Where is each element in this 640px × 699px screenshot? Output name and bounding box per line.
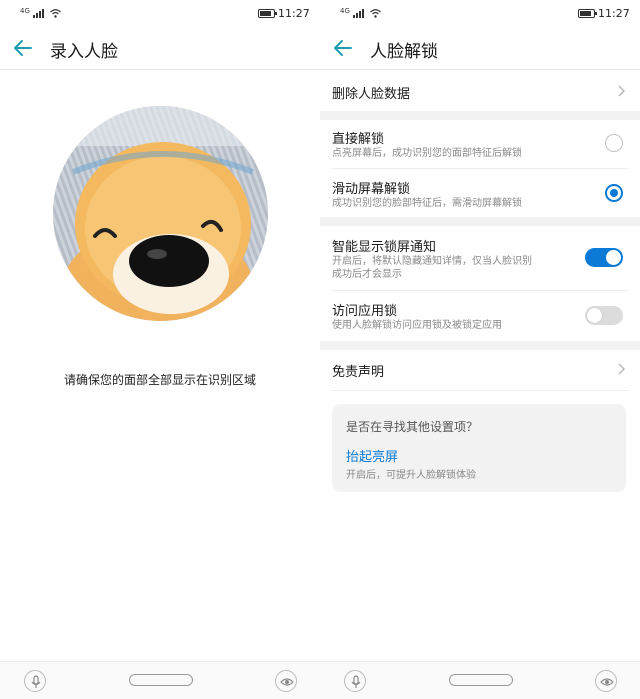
disclaimer-row[interactable]: 免责声明 [320, 350, 640, 390]
back-arrow-icon[interactable] [12, 37, 34, 59]
battery-icon [258, 9, 277, 18]
wifi-icon [370, 9, 382, 18]
clock: 11:27 [278, 7, 310, 20]
divider [332, 390, 628, 391]
clock: 11:27 [598, 7, 630, 20]
system-nav-bar [320, 661, 640, 699]
eye-comfort-button[interactable] [595, 670, 617, 692]
section-gap [320, 341, 640, 350]
app-lock-row[interactable]: 访问应用锁 使用人脸解锁访问应用锁及被锁定应用 [320, 291, 640, 341]
app-header: 录入人脸 [0, 28, 320, 70]
battery-icon [578, 9, 597, 18]
smart-notification-subtitle-line2: 成功后才会显示 [332, 269, 402, 280]
wifi-icon [50, 9, 62, 18]
page-title: 录入人脸 [50, 42, 118, 62]
system-nav-bar [0, 661, 320, 699]
chevron-right-icon [618, 85, 625, 97]
home-pill[interactable] [129, 674, 193, 686]
delete-face-data-label: 删除人脸数据 [332, 87, 411, 102]
delete-face-data-row[interactable]: 删除人脸数据 [320, 71, 640, 111]
signal-indicator: 4G [340, 7, 382, 18]
status-bar: 4G 11:27 [320, 0, 640, 28]
unlock-option-subtitle: 成功识别您的脸部特征后，需滑动屏幕解锁 [332, 198, 522, 209]
chevron-right-icon [618, 363, 625, 375]
app-header: 人脸解锁 [320, 28, 640, 70]
section-gap [320, 111, 640, 120]
direct-unlock-radio[interactable] [605, 134, 623, 152]
app-lock-toggle[interactable] [585, 306, 623, 325]
home-pill[interactable] [449, 674, 513, 686]
app-lock-title: 访问应用锁 [332, 304, 398, 319]
eye-icon [600, 678, 614, 686]
unlock-option-title: 直接解锁 [332, 132, 385, 147]
face-unlock-settings-screen: 4G 11:27 人脸解锁 删除人脸数据 直接解锁 点亮屏幕后，成功识别您的面部… [320, 0, 640, 699]
network-type-label: 4G [20, 7, 30, 15]
eye-icon [280, 678, 294, 686]
smart-notification-toggle[interactable] [585, 248, 623, 267]
face-camera-preview [53, 106, 268, 321]
toggle-knob [606, 250, 621, 265]
enroll-face-screen: 4G 11:27 录入人脸 请确保您的面部全部显示在识别区域 [0, 0, 320, 699]
status-bar: 4G 11:27 [0, 0, 320, 28]
mic-icon [351, 675, 361, 688]
voice-button[interactable] [344, 670, 366, 692]
unlock-option-slide[interactable]: 滑动屏幕解锁 成功识别您的脸部特征后，需滑动屏幕解锁 [320, 169, 640, 217]
network-type-label: 4G [340, 7, 350, 15]
app-lock-subtitle: 使用人脸解锁访问应用锁及被锁定应用 [332, 320, 502, 331]
suggestion-description: 开启后，可提升人脸解锁体验 [346, 470, 476, 481]
suggestion-card: 是否在寻找其他设置项？ 抬起亮屏 开启后，可提升人脸解锁体验 [332, 404, 626, 492]
signal-bars-icon [33, 7, 45, 18]
smart-notification-row[interactable]: 智能显示锁屏通知 开启后，将默认隐藏通知详情，仅当人脸识别 成功后才会显示 [320, 226, 640, 290]
disclaimer-label: 免责声明 [332, 365, 385, 380]
suggestion-question: 是否在寻找其他设置项？ [346, 420, 479, 434]
toggle-knob [587, 308, 602, 323]
unlock-option-subtitle: 点亮屏幕后，成功识别您的面部特征后解锁 [332, 148, 522, 159]
unlock-option-direct[interactable]: 直接解锁 点亮屏幕后，成功识别您的面部特征后解锁 [320, 120, 640, 168]
battery-level [260, 11, 271, 16]
raise-to-wake-link[interactable]: 抬起亮屏 [346, 446, 398, 465]
page-title: 人脸解锁 [370, 42, 438, 62]
mic-icon [31, 675, 41, 688]
smart-notification-subtitle-line1: 开启后，将默认隐藏通知详情，仅当人脸识别 [332, 256, 532, 267]
signal-bars-icon [353, 7, 365, 18]
slide-unlock-radio[interactable] [605, 184, 623, 202]
signal-indicator: 4G [20, 7, 62, 18]
smart-notification-title: 智能显示锁屏通知 [332, 240, 437, 255]
voice-button[interactable] [24, 670, 46, 692]
battery-level [580, 11, 591, 16]
camera-preview-image [53, 106, 268, 321]
section-gap [320, 217, 640, 226]
unlock-option-title: 滑动屏幕解锁 [332, 182, 411, 197]
alignment-hint: 请确保您的面部全部显示在识别区域 [63, 373, 256, 387]
eye-comfort-button[interactable] [275, 670, 297, 692]
back-arrow-icon[interactable] [332, 37, 354, 59]
